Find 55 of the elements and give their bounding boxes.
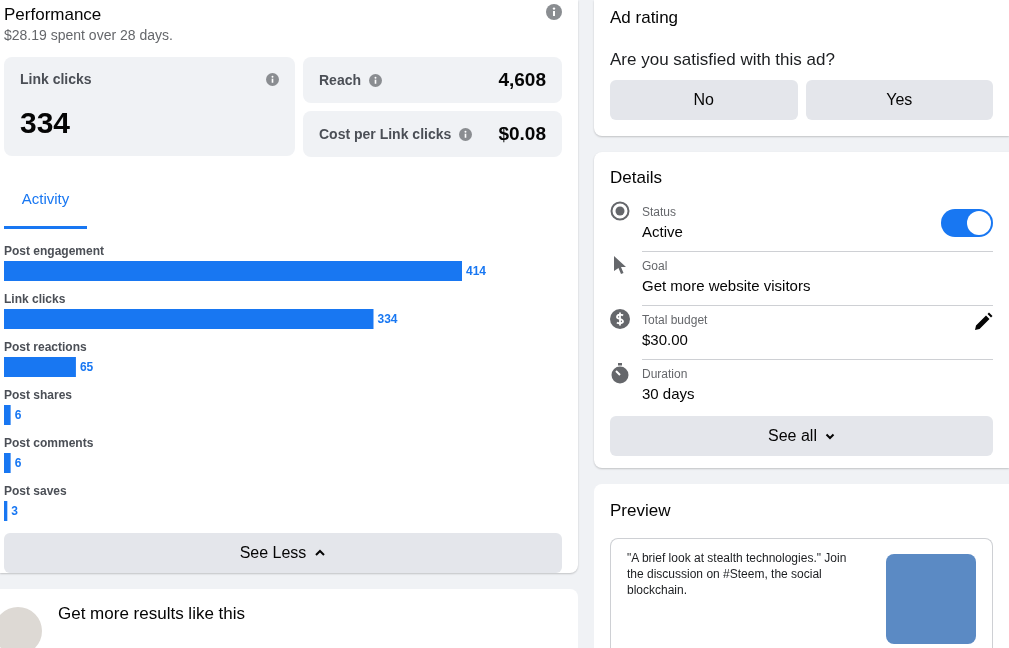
chart-bar — [4, 453, 11, 473]
detail-value: 30 days — [642, 384, 695, 404]
section-title: Get more results like this — [58, 603, 246, 625]
card-title: Ad rating — [610, 7, 680, 29]
stat-value: $0.08 — [498, 121, 546, 146]
chart-value-label: 65 — [79, 360, 94, 374]
card-title: Details — [610, 168, 663, 188]
chart-value-label: 334 — [377, 312, 398, 326]
rating-button[interactable]: No — [610, 80, 798, 120]
detail-value: Active — [642, 221, 683, 242]
dollar-icon — [610, 309, 630, 329]
chart-value-label: 6 — [14, 456, 22, 470]
chart-value-label: 6 — [14, 408, 22, 422]
detail-label: Goal — [642, 257, 669, 274]
radio-dot-icon — [610, 201, 630, 221]
rating-button[interactable]: Yes — [805, 80, 993, 120]
stat-label: Reach — [319, 70, 362, 90]
rating-question: Are you satisfied with this ad? — [610, 48, 836, 71]
chart-bar — [4, 357, 76, 377]
caret-icon — [314, 549, 327, 557]
info-icon[interactable] — [369, 73, 383, 87]
chart-category-label: Link clicks — [4, 292, 66, 306]
detail-label: Duration — [642, 366, 689, 382]
chart-category-label: Post shares — [4, 388, 73, 402]
chevron-down-icon — [824, 432, 835, 440]
info-icon[interactable] — [266, 73, 279, 86]
status-toggle[interactable] — [941, 208, 993, 237]
cursor-icon — [612, 255, 628, 275]
chart-category-label: Post engagement — [4, 244, 105, 258]
card-title: Preview — [610, 500, 672, 522]
detail-label: Status — [642, 203, 678, 220]
activity-tab[interactable]: Activity — [4, 173, 87, 229]
chart-bar — [4, 405, 11, 425]
stopwatch-icon — [610, 363, 630, 384]
detail-value: $30.00 — [642, 329, 689, 350]
detail-label: Total budget — [642, 311, 708, 328]
see-all-button[interactable]: See all — [610, 416, 993, 456]
info-icon[interactable] — [546, 4, 562, 20]
stat-label: Cost per Link clicks — [319, 124, 452, 144]
stat-label: Link clicks — [20, 70, 92, 89]
card-title: Performance — [4, 5, 103, 25]
chart-category-label: Post saves — [4, 484, 67, 498]
see-less-button[interactable]: See Less — [4, 533, 562, 573]
chart-value-label: 414 — [466, 264, 487, 278]
spend-summary: $28.19 spent over 28 days. — [4, 26, 173, 45]
pencil-icon[interactable] — [973, 312, 993, 332]
chart-bar — [4, 501, 8, 521]
info-icon[interactable] — [459, 127, 473, 141]
stat-value: 4,608 — [498, 67, 546, 92]
detail-value: Get more website visitors — [642, 275, 811, 296]
chart-value-label: 3 — [11, 504, 18, 518]
stat-value: 334 — [20, 105, 72, 141]
chart-category-label: Post comments — [4, 436, 94, 450]
chart-category-label: Post reactions — [4, 340, 87, 354]
ad-text: "A brief look at stealth technologies." Join the discussion on #Steem, the social blockchain. — [627, 549, 848, 599]
